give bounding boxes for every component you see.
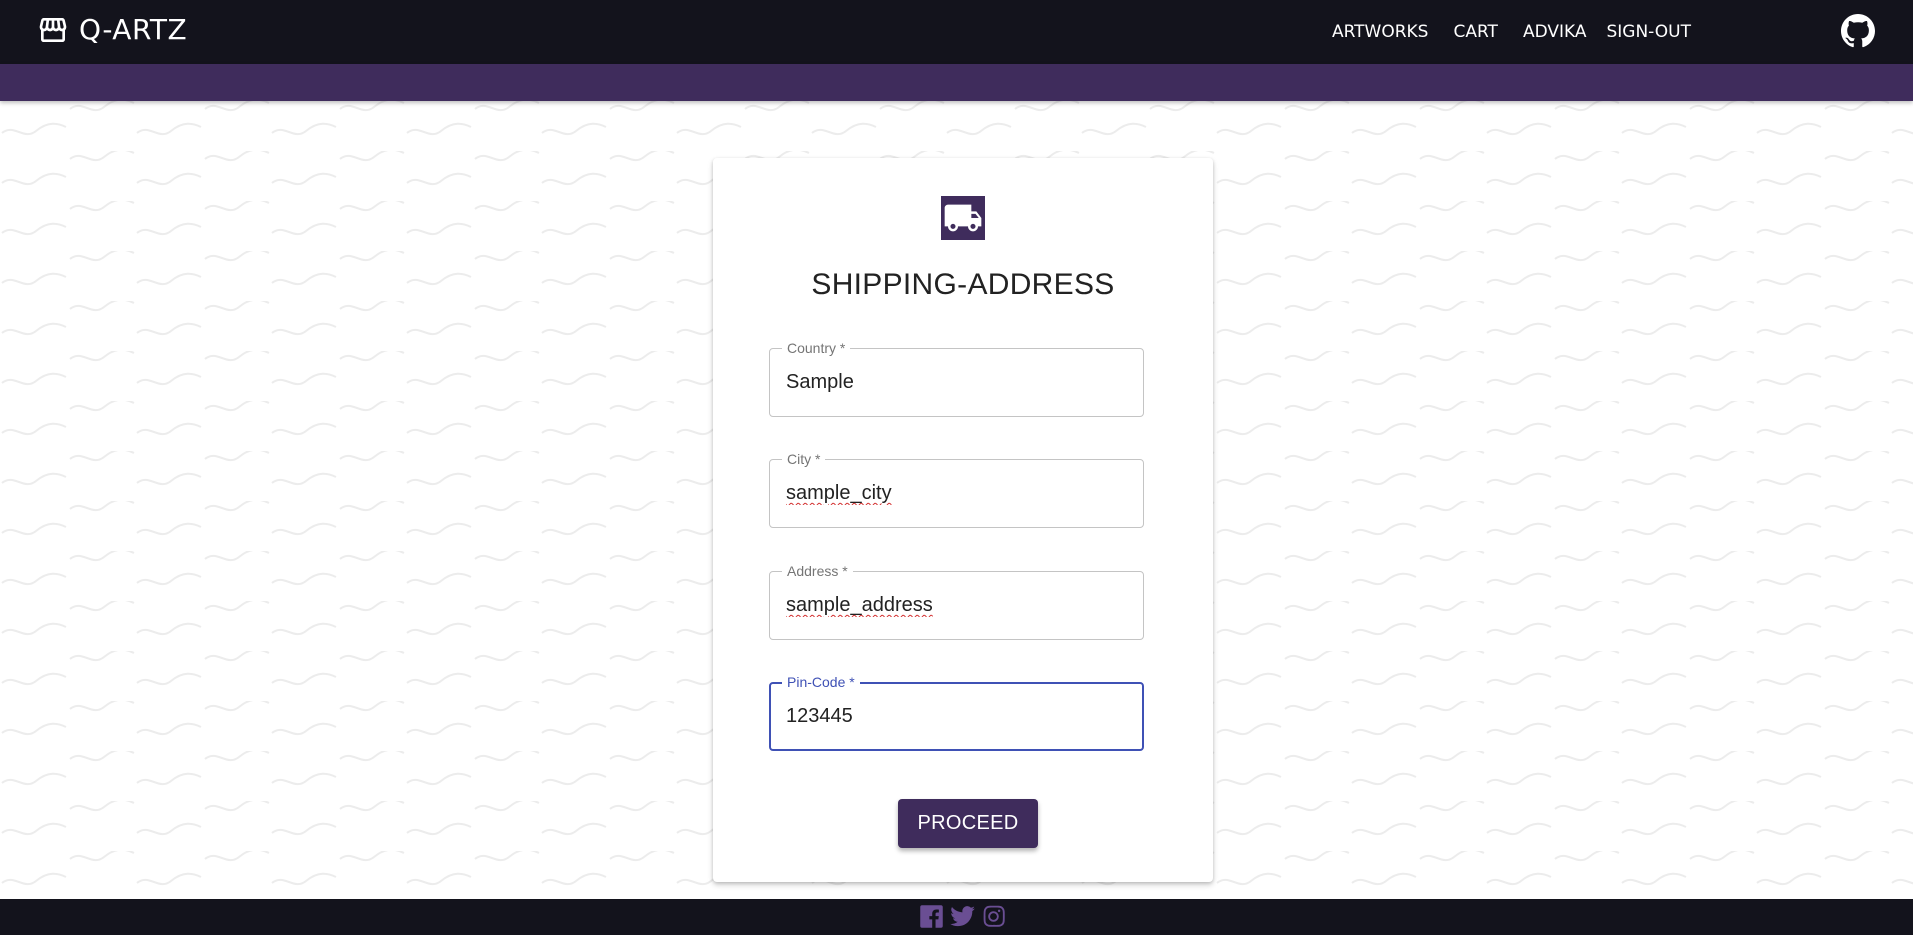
instagram-icon[interactable] <box>980 903 1007 930</box>
nav-link-artworks[interactable]: ARTWORKS <box>1332 20 1429 44</box>
github-icon[interactable] <box>1841 14 1875 48</box>
city-input[interactable] <box>786 460 1126 527</box>
footer <box>0 899 1913 935</box>
nav-link-cart[interactable]: CART <box>1453 20 1497 44</box>
nav-link-sign-out[interactable]: SIGN-OUT <box>1606 20 1691 44</box>
form-title: SHIPPING-ADDRESS <box>811 268 1115 301</box>
brand[interactable]: Q-ARTZ <box>37 14 187 46</box>
facebook-icon[interactable] <box>918 903 945 930</box>
city-field[interactable]: City * <box>769 451 1144 528</box>
top-navbar: Q-ARTZ ARTWORKS CART ADVIKA SIGN-OUT <box>0 0 1913 64</box>
truck-icon <box>944 204 982 232</box>
store-icon <box>39 18 67 42</box>
proceed-button[interactable]: PROCEED <box>898 799 1038 848</box>
nav-link-user[interactable]: ADVIKA <box>1523 20 1587 44</box>
shipping-avatar <box>941 196 985 240</box>
twitter-icon[interactable] <box>949 903 976 930</box>
pin-code-field[interactable]: Pin-Code * <box>769 674 1144 751</box>
accent-bar <box>0 64 1913 101</box>
address-input[interactable] <box>786 572 1126 639</box>
address-field[interactable]: Address * <box>769 563 1144 640</box>
social-links <box>918 903 1007 930</box>
nav-links: ARTWORKS CART ADVIKA SIGN-OUT <box>1332 20 1691 44</box>
country-input[interactable] <box>786 349 1126 416</box>
shipping-address-card: SHIPPING-ADDRESS Country * City * Addres… <box>713 158 1213 882</box>
brand-name: Q-ARTZ <box>79 13 188 46</box>
country-field[interactable]: Country * <box>769 340 1144 417</box>
pin-code-input[interactable] <box>786 684 1126 749</box>
